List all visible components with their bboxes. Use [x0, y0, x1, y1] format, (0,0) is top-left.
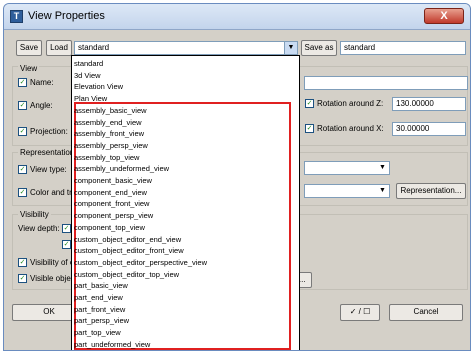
dropdown-item[interactable]: part_basic_view — [74, 280, 128, 292]
title-bar: T View Properties X — [4, 4, 470, 30]
dropdown-item[interactable]: part_undeformed_view — [74, 339, 150, 350]
dropdown-item[interactable]: component_persp_view — [74, 210, 153, 222]
view-type-label: View type: — [30, 165, 67, 174]
visibility-of-label: Visibility of o — [30, 258, 75, 267]
visible-objects-label: Visible objec — [30, 274, 75, 283]
name-field-tail[interactable] — [304, 76, 468, 90]
rotation-z-label: Rotation around Z: — [317, 99, 384, 108]
view-properties-dialog: T View Properties X Save Load standard ▼… — [3, 3, 471, 351]
projection-label: Projection: — [30, 127, 68, 136]
color-label: Color and tra — [30, 188, 77, 197]
save-button[interactable]: Save — [16, 40, 42, 56]
dropdown-item[interactable]: custom_object_editor_top_view — [74, 269, 179, 281]
name-checkbox[interactable]: ✓ — [18, 78, 27, 87]
view-group-title: View — [18, 64, 40, 73]
view-depth-checkbox-2[interactable]: ✓ — [62, 240, 71, 249]
rotation-x-field[interactable]: 30.00000 — [392, 122, 466, 136]
view-name-combo-value: standard — [78, 43, 110, 52]
visibility-of-checkbox[interactable]: ✓ — [18, 258, 27, 267]
chevron-down-icon[interactable]: ▼ — [284, 42, 297, 54]
angle-checkbox[interactable]: ✓ — [18, 101, 27, 110]
view-type-checkbox[interactable]: ✓ — [18, 165, 27, 174]
dropdown-item[interactable]: part_front_view — [74, 304, 125, 316]
angle-label: Angle: — [30, 101, 53, 110]
view-depth-checkbox-1[interactable]: ✓ — [62, 224, 71, 233]
dropdown-item[interactable]: Plan View — [74, 93, 107, 105]
chevron-down-icon[interactable]: ▼ — [376, 162, 389, 174]
projection-checkbox[interactable]: ✓ — [18, 127, 27, 136]
cancel-button[interactable]: Cancel — [389, 304, 463, 321]
dropdown-item[interactable]: 3d View — [74, 70, 101, 82]
chevron-down-icon[interactable]: ▼ — [376, 185, 389, 197]
color-combo-tail[interactable]: ▼ — [304, 184, 390, 198]
rotation-x-label: Rotation around X: — [317, 124, 384, 133]
dropdown-item[interactable]: assembly_undeformed_view — [74, 163, 169, 175]
dropdown-item[interactable]: component_top_view — [74, 222, 145, 234]
view-type-combo-tail[interactable]: ▼ — [304, 161, 390, 175]
dropdown-item[interactable]: custom_object_editor_front_view — [74, 245, 184, 257]
dropdown-item[interactable]: standard — [74, 58, 103, 70]
toggle-all-button[interactable]: ✓ / ☐ — [340, 304, 380, 321]
name-label: Name: — [30, 78, 54, 87]
load-button[interactable]: Load — [46, 40, 72, 56]
app-icon: T — [10, 10, 23, 23]
visibility-group-title: Visibility — [18, 210, 51, 219]
dropdown-item[interactable]: Elevation View — [74, 81, 123, 93]
dropdown-item[interactable]: assembly_persp_view — [74, 140, 148, 152]
dropdown-item[interactable]: assembly_front_view — [74, 128, 144, 140]
view-depth-label: View depth: — [18, 224, 60, 233]
dropdown-item[interactable]: custom_object_editor_perspective_view — [74, 257, 207, 269]
dropdown-item[interactable]: part_top_view — [74, 327, 121, 339]
color-checkbox[interactable]: ✓ — [18, 188, 27, 197]
dropdown-item[interactable]: assembly_end_view — [74, 117, 142, 129]
rotation-z-checkbox[interactable]: ✓ — [305, 99, 314, 108]
dropdown-item[interactable]: component_end_view — [74, 187, 147, 199]
dropdown-item[interactable]: part_persp_view — [74, 315, 129, 327]
dropdown-item[interactable]: assembly_top_view — [74, 152, 139, 164]
dropdown-item[interactable]: component_front_view — [74, 198, 149, 210]
window-title: View Properties — [28, 10, 105, 22]
dropdown-item[interactable]: assembly_basic_view — [74, 105, 147, 117]
rotation-z-field[interactable]: 130.00000 — [392, 97, 466, 111]
representation-group-title: Representation — [18, 148, 77, 157]
dropdown-item[interactable]: component_basic_view — [74, 175, 152, 187]
representation-button[interactable]: Representation... — [396, 183, 466, 199]
dropdown-item[interactable]: custom_object_editor_end_view — [74, 234, 181, 246]
save-as-field[interactable]: standard — [340, 41, 466, 55]
dropdown-item[interactable]: part_end_view — [74, 292, 123, 304]
rotation-x-checkbox[interactable]: ✓ — [305, 124, 314, 133]
close-button[interactable]: X — [424, 8, 464, 24]
save-as-button[interactable]: Save as — [301, 40, 337, 56]
visible-objects-checkbox[interactable]: ✓ — [18, 274, 27, 283]
view-name-dropdown-list: standard 3d View Elevation View Plan View as… — [71, 55, 300, 350]
view-name-combo[interactable]: standard ▼ — [74, 41, 298, 55]
